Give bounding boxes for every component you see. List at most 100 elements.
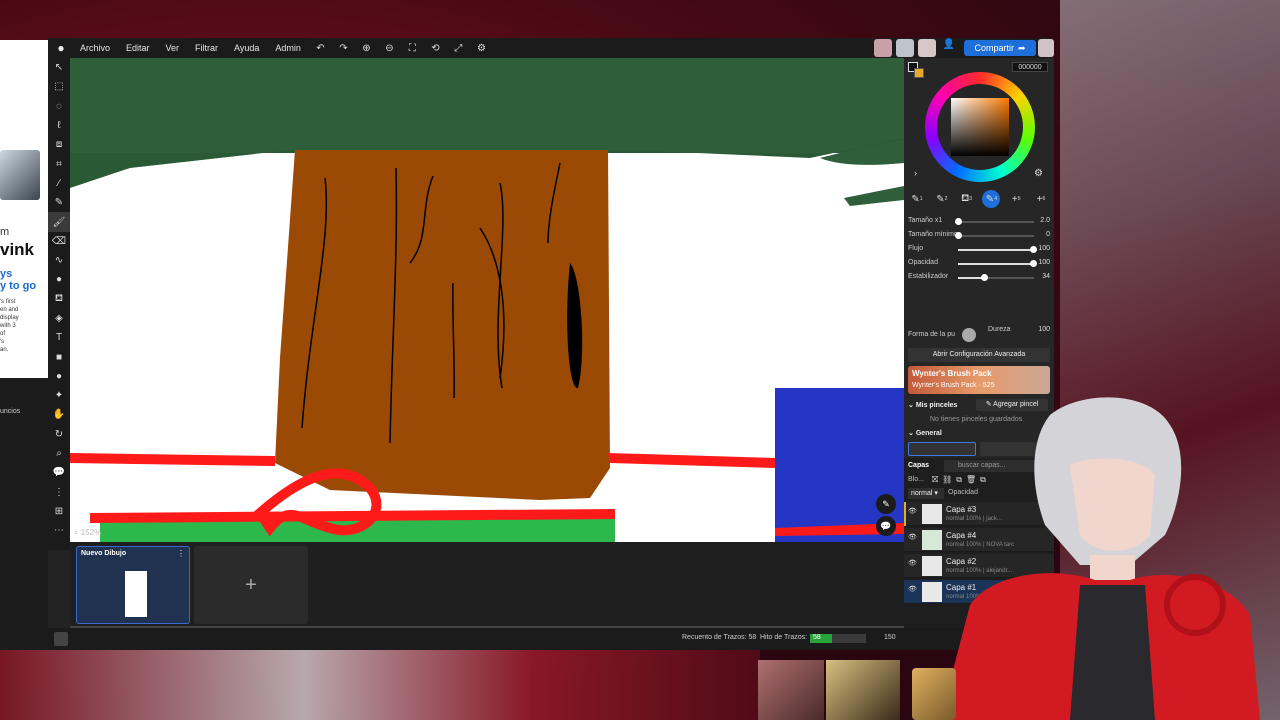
- rotate-icon[interactable]: ⟲: [424, 43, 447, 54]
- hex-input[interactable]: 000000: [1012, 62, 1048, 72]
- pencil-icon[interactable]: ✎: [48, 193, 70, 212]
- brush-icon[interactable]: 🖌: [48, 212, 70, 232]
- brush-pack-banner[interactable]: Wynter's Brush Pack Wynter's Brush Pack …: [908, 366, 1050, 394]
- lasso-icon[interactable]: ℓ: [48, 116, 70, 135]
- redo-icon[interactable]: ↷: [332, 43, 355, 54]
- tree-trunk: [275, 150, 610, 500]
- drawing-canvas[interactable]: ⌕ 152% ✎ 💬: [70, 58, 904, 542]
- app-logo-icon[interactable]: ●: [50, 41, 72, 55]
- min-size-slider[interactable]: Tamaño mínimo 0: [908, 230, 1050, 242]
- eyedropper-icon[interactable]: ⁄: [48, 174, 70, 193]
- paint-app: ● Archivo Editar Ver Filtrar Ayuda Admin…: [48, 38, 1054, 650]
- share-button[interactable]: Compartir ➦: [964, 40, 1036, 56]
- eye-icon[interactable]: 👁: [908, 585, 917, 593]
- avatar[interactable]: [896, 39, 914, 57]
- brush-slot-5[interactable]: +5: [1007, 190, 1025, 208]
- document-thumbnail: [125, 571, 147, 617]
- more-icon[interactable]: ⋯: [48, 521, 70, 540]
- status-bar: Recuento de Trazos: 58 Hito de Trazos: 5…: [48, 628, 1054, 650]
- avatar[interactable]: [1038, 39, 1054, 57]
- smudge-icon[interactable]: ∿: [48, 251, 70, 270]
- chat-button[interactable]: 💬: [876, 516, 896, 536]
- webcam-1: [758, 660, 824, 720]
- brush-slots: ✎ 1 ✎ 2 ⛾ 3 ✎ 4 +5 +6: [908, 190, 1050, 208]
- menu-editar[interactable]: Editar: [118, 38, 158, 58]
- users-icon[interactable]: 👤: [940, 39, 958, 57]
- eye-icon[interactable]: 👁: [908, 533, 917, 541]
- menu-filtrar[interactable]: Filtrar: [187, 38, 226, 58]
- stroke-progress-max: 150: [884, 634, 896, 641]
- add-tool-icon[interactable]: ⊞: [48, 502, 70, 521]
- flow-slider[interactable]: Flujo 100: [908, 244, 1050, 256]
- brush-slot-1[interactable]: ✎ 1: [908, 190, 926, 208]
- new-document-button[interactable]: +: [194, 546, 308, 624]
- tree-foliage: [70, 58, 904, 153]
- brush-slot-3[interactable]: ⛾ 3: [958, 190, 976, 208]
- brush-slot-4[interactable]: ✎ 4: [982, 190, 1001, 208]
- lock-label: Blo...: [908, 476, 924, 483]
- ad-line3: ys y to go: [0, 268, 37, 292]
- brush-shape-row: Forma de la pu Dureza 100: [908, 326, 1050, 344]
- brush-shortcut-button[interactable]: ✎: [876, 494, 896, 514]
- menu-archivo[interactable]: Archivo: [72, 38, 118, 58]
- eye-icon[interactable]: 👁: [908, 507, 917, 515]
- background-art-bottom: [0, 650, 760, 720]
- advanced-settings-button[interactable]: Abrir Configuración Avanzada: [908, 348, 1050, 362]
- gear-icon[interactable]: ⚙: [1034, 168, 1043, 179]
- background-color[interactable]: [914, 68, 924, 78]
- ad-line2: vink: [0, 240, 35, 259]
- shape-icon[interactable]: ✦: [48, 386, 70, 405]
- share-icon: ➦: [1017, 42, 1026, 53]
- stabilizer-slider[interactable]: Estabilizador 34: [908, 272, 1050, 284]
- rect-select-icon[interactable]: ⬚: [48, 77, 70, 96]
- menu-admin[interactable]: Admin: [267, 38, 309, 58]
- stroke-count: Recuento de Trazos: 58: [682, 634, 757, 641]
- size-slider[interactable]: Tamaño x1 2.0: [908, 216, 1050, 228]
- timeline-icon[interactable]: ⋮: [48, 483, 70, 502]
- crop-icon[interactable]: ⌗: [48, 154, 70, 173]
- zoom-out-icon[interactable]: ⊖: [378, 43, 401, 54]
- document-menu-icon[interactable]: ⋮: [177, 549, 185, 558]
- zoom-in-icon[interactable]: ⊕: [355, 43, 378, 54]
- rectangle-icon[interactable]: ■: [48, 347, 70, 366]
- collaborator-avatars: 👤: [874, 39, 958, 57]
- gradient-icon[interactable]: ◈: [48, 309, 70, 328]
- brush-slot-6[interactable]: +6: [1032, 190, 1050, 208]
- opacity-slider[interactable]: Opacidad 100: [908, 258, 1050, 270]
- menu-ver[interactable]: Ver: [158, 38, 188, 58]
- chevron-right-icon[interactable]: ›: [914, 168, 917, 178]
- brush-shape-preview[interactable]: [962, 328, 976, 342]
- brush-slot-2[interactable]: ✎ 2: [933, 190, 951, 208]
- ellipse-select-icon[interactable]: ◌: [48, 97, 70, 116]
- eye-icon[interactable]: 👁: [908, 559, 917, 567]
- move-tool-icon[interactable]: ↖: [48, 58, 70, 77]
- document-card[interactable]: Nuevo Dibujo ⋮: [76, 546, 190, 624]
- color-wheel[interactable]: [925, 72, 1035, 182]
- milestone-label: Hito de Trazos:: [760, 634, 808, 641]
- eraser-icon[interactable]: ⌫: [48, 232, 70, 251]
- transform-icon[interactable]: ⧈: [48, 135, 70, 154]
- blur-icon[interactable]: ●: [48, 270, 70, 289]
- ad-window: m vink ys y to go 's first en and displa…: [0, 40, 48, 378]
- rotate-view-icon[interactable]: ↻: [48, 425, 70, 444]
- undo-icon[interactable]: ↶: [309, 43, 332, 54]
- zoom-tool-icon[interactable]: ⌕: [48, 444, 70, 463]
- documents-panel: Nuevo Dibujo ⋮ +: [70, 542, 904, 629]
- avatar[interactable]: [874, 39, 892, 57]
- fullscreen-icon[interactable]: ⤢: [447, 43, 470, 54]
- tool-bar: ↖ ⬚ ◌ ℓ ⧈ ⌗ ⁄ ✎ 🖌 ⌫ ∿ ● ⛾ ◈ T ■ ● ✦ ✋ ↻ …: [48, 58, 70, 550]
- ad-tag: uncios: [0, 408, 21, 415]
- fit-icon[interactable]: ⛶: [401, 43, 424, 54]
- settings-icon[interactable]: ⚙: [470, 43, 493, 54]
- color-square[interactable]: [951, 98, 1009, 156]
- left-dark-panel: uncios: [0, 378, 48, 650]
- fill-icon[interactable]: ⛾: [48, 290, 70, 309]
- hand-icon[interactable]: ✋: [48, 405, 70, 424]
- comment-icon[interactable]: 💬: [48, 463, 70, 482]
- menu-ayuda[interactable]: Ayuda: [226, 38, 267, 58]
- panel-toggle-icon[interactable]: [54, 632, 68, 646]
- text-icon[interactable]: T: [48, 328, 70, 347]
- ad-image: [0, 150, 40, 200]
- circle-icon[interactable]: ●: [48, 367, 70, 386]
- avatar[interactable]: [918, 39, 936, 57]
